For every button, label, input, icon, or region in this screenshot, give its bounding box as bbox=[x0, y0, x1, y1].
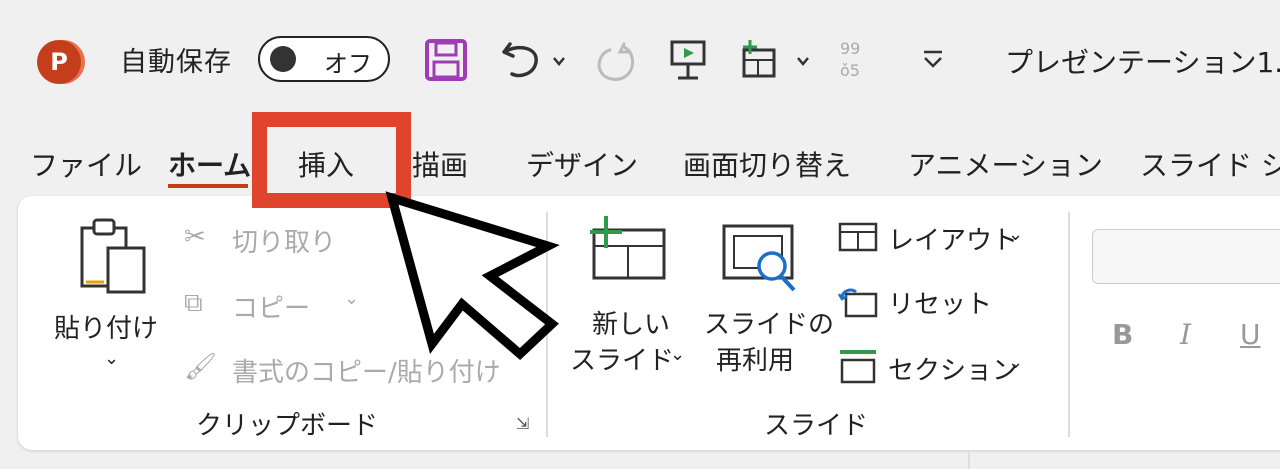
copy-dropdown-icon[interactable]: ⌄ bbox=[344, 288, 359, 309]
paste-icon[interactable] bbox=[78, 216, 150, 296]
mouse-pointer-icon bbox=[385, 191, 560, 361]
save-icon[interactable] bbox=[424, 38, 468, 82]
format-painter-icon[interactable]: 🖌 bbox=[184, 352, 217, 382]
toggle-knob bbox=[270, 46, 296, 72]
section-dropdown-icon[interactable]: ⌄ bbox=[1008, 352, 1023, 373]
reset-icon[interactable] bbox=[838, 286, 878, 318]
new-slide-icon[interactable] bbox=[586, 214, 668, 282]
tab-slideshow[interactable]: スライド ショ bbox=[1140, 144, 1280, 184]
copy-button[interactable]: コピー bbox=[232, 288, 310, 325]
tab-home[interactable]: ホーム bbox=[168, 144, 251, 184]
dialog-launcher-icon[interactable]: ⇲ bbox=[516, 414, 529, 433]
autosave-toggle[interactable]: オフ bbox=[258, 36, 390, 82]
svg-text:99: 99 bbox=[840, 39, 860, 58]
paste-label[interactable]: 貼り付け bbox=[54, 308, 158, 345]
new-slide-label-2[interactable]: スライド bbox=[570, 340, 674, 377]
tab-transitions[interactable]: 画面切り替え bbox=[683, 144, 851, 184]
tab-draw[interactable]: 描画 bbox=[412, 144, 468, 184]
reset-button[interactable]: リセット bbox=[888, 284, 992, 321]
new-slide-dropdown-icon[interactable]: ⌄ bbox=[670, 344, 685, 365]
powerpoint-logo-icon: P bbox=[37, 40, 81, 84]
cut-icon[interactable]: ✂ bbox=[184, 222, 206, 252]
file-title: プレゼンテーション1.ppt bbox=[1005, 46, 1280, 79]
italic-button[interactable]: I bbox=[1180, 318, 1191, 351]
copy-icon[interactable]: ⧉ bbox=[184, 288, 203, 319]
slides-group-label: スライド bbox=[764, 411, 869, 441]
section-button[interactable]: セクション bbox=[888, 350, 1018, 387]
cut-button[interactable]: 切り取り bbox=[232, 222, 336, 259]
layout-icon[interactable] bbox=[838, 222, 878, 252]
new-slide-qat-icon[interactable] bbox=[738, 38, 816, 82]
tab-file[interactable]: ファイル bbox=[30, 144, 142, 184]
new-slide-label-1[interactable]: 新しい bbox=[592, 304, 670, 341]
undo-icon[interactable] bbox=[498, 38, 573, 82]
underline-button[interactable]: U bbox=[1240, 318, 1261, 351]
reuse-slides-label-2[interactable]: 再利用 bbox=[716, 340, 794, 377]
bottom-divider bbox=[968, 450, 970, 469]
autosave-label: 自動保存 bbox=[120, 47, 232, 78]
layout-button[interactable]: レイアウト bbox=[888, 220, 1018, 257]
tab-animations[interactable]: アニメーション bbox=[908, 144, 1103, 184]
svg-text:ǒ5: ǒ5 bbox=[840, 61, 860, 80]
bold-button[interactable]: B bbox=[1112, 318, 1133, 351]
font-name-combobox[interactable] bbox=[1092, 229, 1280, 284]
spelling-icon[interactable]: 99 ǒ5 bbox=[838, 38, 882, 82]
reuse-slides-icon[interactable] bbox=[720, 222, 804, 294]
paste-dropdown-icon[interactable]: ⌄ bbox=[104, 348, 119, 369]
present-icon[interactable] bbox=[668, 38, 708, 82]
layout-dropdown-icon[interactable]: ⌄ bbox=[1008, 224, 1023, 245]
reuse-slides-label-1[interactable]: スライドの bbox=[704, 304, 834, 341]
customize-qat-icon[interactable] bbox=[918, 44, 948, 74]
group-separator bbox=[1068, 212, 1070, 437]
autosave-state: オフ bbox=[324, 50, 372, 78]
section-icon[interactable] bbox=[838, 348, 878, 384]
clipboard-group-label: クリップボード bbox=[196, 411, 379, 441]
tab-home-underline bbox=[168, 184, 248, 188]
tab-design[interactable]: デザイン bbox=[526, 144, 638, 184]
redo-icon[interactable] bbox=[594, 38, 638, 84]
